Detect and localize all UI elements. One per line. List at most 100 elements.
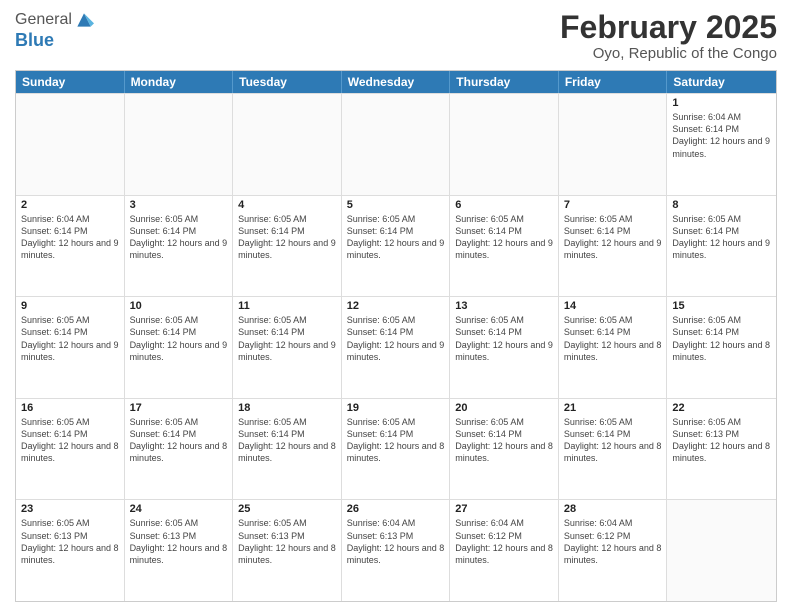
day-info: Sunrise: 6:05 AMSunset: 6:14 PMDaylight:…: [238, 213, 336, 262]
day-of-week-saturday: Saturday: [667, 71, 776, 93]
day-number: 10: [130, 300, 228, 312]
calendar-cell: 27 Sunrise: 6:04 AMSunset: 6:12 PMDayligh…: [450, 500, 559, 601]
calendar-cell: 11 Sunrise: 6:05 AMSunset: 6:14 PMDayligh…: [233, 297, 342, 398]
day-number: 6: [455, 199, 553, 211]
day-number: 11: [238, 300, 336, 312]
day-info: Sunrise: 6:05 AMSunset: 6:14 PMDaylight:…: [130, 314, 228, 363]
day-number: 19: [347, 402, 445, 414]
calendar-cell: 17Sunrise: 6:05 AMSunset: 6:14 PMDayligh…: [125, 399, 234, 500]
day-number: 2: [21, 199, 119, 211]
calendar-row-5: 23 Sunrise: 6:05 AMSunset: 6:13 PMDayligh…: [16, 499, 776, 601]
calendar-row-1: 1 Sunrise: 6:04 AMSunset: 6:14 PMDaylight…: [16, 93, 776, 195]
day-number: 25: [238, 503, 336, 515]
day-number: 28: [564, 503, 662, 515]
day-number: 9: [21, 300, 119, 312]
day-number: 23: [21, 503, 119, 515]
calendar-cell: 28 Sunrise: 6:04 AMSunset: 6:12 PMDayligh…: [559, 500, 668, 601]
calendar-cell: 9 Sunrise: 6:05 AMSunset: 6:14 PMDaylight…: [16, 297, 125, 398]
calendar-cell: [450, 94, 559, 195]
calendar-cell: 6 Sunrise: 6:05 AMSunset: 6:14 PMDaylight…: [450, 196, 559, 297]
logo-icon: [74, 10, 94, 30]
calendar-cell: 5 Sunrise: 6:05 AMSunset: 6:14 PMDaylight…: [342, 196, 451, 297]
month-title: February 2025: [560, 10, 777, 45]
calendar-cell: 23 Sunrise: 6:05 AMSunset: 6:13 PMDayligh…: [16, 500, 125, 601]
day-of-week-monday: Monday: [125, 71, 234, 93]
day-info: Sunrise: 6:05 AMSunset: 6:14 PMDaylight:…: [21, 416, 119, 465]
title-block: February 2025 Oyo, Republic of the Congo: [560, 10, 777, 62]
day-info: Sunrise: 6:05 AMSunset: 6:13 PMDaylight:…: [238, 517, 336, 566]
calendar-cell: 3 Sunrise: 6:05 AMSunset: 6:14 PMDaylight…: [125, 196, 234, 297]
day-number: 26: [347, 503, 445, 515]
day-info: Sunrise: 6:05 AMSunset: 6:13 PMDaylight:…: [21, 517, 119, 566]
calendar-cell: [125, 94, 234, 195]
calendar-header: SundayMondayTuesdayWednesdayThursdayFrid…: [16, 71, 776, 93]
day-info: Sunrise: 6:05 AMSunset: 6:14 PMDaylight:…: [130, 213, 228, 262]
calendar-cell: 13 Sunrise: 6:05 AMSunset: 6:14 PMDayligh…: [450, 297, 559, 398]
calendar-cell: [559, 94, 668, 195]
day-number: 21: [564, 402, 662, 414]
day-number: 4: [238, 199, 336, 211]
calendar-body: 1 Sunrise: 6:04 AMSunset: 6:14 PMDaylight…: [16, 93, 776, 601]
day-number: 1: [672, 97, 771, 109]
day-info: Sunrise: 6:05 AMSunset: 6:14 PMDaylight:…: [347, 213, 445, 262]
logo-blue-text: Blue: [15, 30, 54, 50]
day-number: 16: [21, 402, 119, 414]
day-info: Sunrise: 6:05 AMSunset: 6:13 PMDaylight:…: [130, 517, 228, 566]
page: General Blue February 2025 Oyo, Republic…: [0, 0, 792, 612]
day-info: Sunrise: 6:04 AMSunset: 6:14 PMDaylight:…: [672, 111, 771, 160]
calendar-cell: 7 Sunrise: 6:05 AMSunset: 6:14 PMDaylight…: [559, 196, 668, 297]
calendar-cell: [342, 94, 451, 195]
calendar-cell: 2 Sunrise: 6:04 AMSunset: 6:14 PMDaylight…: [16, 196, 125, 297]
header: General Blue February 2025 Oyo, Republic…: [15, 10, 777, 62]
day-number: 8: [672, 199, 771, 211]
day-info: Sunrise: 6:05 AMSunset: 6:14 PMDaylight:…: [238, 314, 336, 363]
day-number: 5: [347, 199, 445, 211]
day-info: Sunrise: 6:05 AMSunset: 6:14 PMDaylight:…: [564, 314, 662, 363]
day-info: Sunrise: 6:05 AMSunset: 6:14 PMDaylight:…: [455, 213, 553, 262]
day-number: 7: [564, 199, 662, 211]
day-number: 22: [672, 402, 771, 414]
day-number: 18: [238, 402, 336, 414]
day-info: Sunrise: 6:05 AMSunset: 6:14 PMDaylight:…: [455, 416, 553, 465]
day-number: 12: [347, 300, 445, 312]
day-info: Sunrise: 6:04 AMSunset: 6:13 PMDaylight:…: [347, 517, 445, 566]
day-of-week-friday: Friday: [559, 71, 668, 93]
calendar-cell: 12 Sunrise: 6:05 AMSunset: 6:14 PMDayligh…: [342, 297, 451, 398]
calendar-cell: 24Sunrise: 6:05 AMSunset: 6:13 PMDayligh…: [125, 500, 234, 601]
day-info: Sunrise: 6:05 AMSunset: 6:14 PMDaylight:…: [672, 314, 771, 363]
calendar-cell: 14Sunrise: 6:05 AMSunset: 6:14 PMDayligh…: [559, 297, 668, 398]
day-of-week-sunday: Sunday: [16, 71, 125, 93]
day-of-week-wednesday: Wednesday: [342, 71, 451, 93]
day-of-week-thursday: Thursday: [450, 71, 559, 93]
location-subtitle: Oyo, Republic of the Congo: [560, 45, 777, 62]
day-info: Sunrise: 6:04 AMSunset: 6:12 PMDaylight:…: [564, 517, 662, 566]
day-info: Sunrise: 6:05 AMSunset: 6:14 PMDaylight:…: [564, 416, 662, 465]
calendar-cell: 25 Sunrise: 6:05 AMSunset: 6:13 PMDayligh…: [233, 500, 342, 601]
calendar-row-4: 16 Sunrise: 6:05 AMSunset: 6:14 PMDayligh…: [16, 398, 776, 500]
logo: General Blue: [15, 10, 94, 51]
calendar: SundayMondayTuesdayWednesdayThursdayFrid…: [15, 70, 777, 602]
day-info: Sunrise: 6:05 AMSunset: 6:14 PMDaylight:…: [672, 213, 771, 262]
day-info: Sunrise: 6:05 AMSunset: 6:14 PMDaylight:…: [130, 416, 228, 465]
day-info: Sunrise: 6:05 AMSunset: 6:14 PMDaylight:…: [21, 314, 119, 363]
calendar-row-3: 9 Sunrise: 6:05 AMSunset: 6:14 PMDaylight…: [16, 296, 776, 398]
day-number: 27: [455, 503, 553, 515]
day-number: 13: [455, 300, 553, 312]
day-info: Sunrise: 6:05 AMSunset: 6:14 PMDaylight:…: [347, 416, 445, 465]
day-of-week-tuesday: Tuesday: [233, 71, 342, 93]
day-info: Sunrise: 6:05 AMSunset: 6:13 PMDaylight:…: [672, 416, 771, 465]
calendar-row-2: 2 Sunrise: 6:04 AMSunset: 6:14 PMDaylight…: [16, 195, 776, 297]
calendar-cell: 4 Sunrise: 6:05 AMSunset: 6:14 PMDaylight…: [233, 196, 342, 297]
calendar-cell: 18Sunrise: 6:05 AMSunset: 6:14 PMDayligh…: [233, 399, 342, 500]
day-info: Sunrise: 6:04 AMSunset: 6:14 PMDaylight:…: [21, 213, 119, 262]
calendar-cell: 16 Sunrise: 6:05 AMSunset: 6:14 PMDayligh…: [16, 399, 125, 500]
calendar-cell: 19 Sunrise: 6:05 AMSunset: 6:14 PMDayligh…: [342, 399, 451, 500]
day-info: Sunrise: 6:05 AMSunset: 6:14 PMDaylight:…: [564, 213, 662, 262]
calendar-cell: 10 Sunrise: 6:05 AMSunset: 6:14 PMDayligh…: [125, 297, 234, 398]
day-number: 3: [130, 199, 228, 211]
day-info: Sunrise: 6:04 AMSunset: 6:12 PMDaylight:…: [455, 517, 553, 566]
calendar-cell: 20Sunrise: 6:05 AMSunset: 6:14 PMDayligh…: [450, 399, 559, 500]
day-info: Sunrise: 6:05 AMSunset: 6:14 PMDaylight:…: [455, 314, 553, 363]
calendar-cell: [233, 94, 342, 195]
day-info: Sunrise: 6:05 AMSunset: 6:14 PMDaylight:…: [347, 314, 445, 363]
